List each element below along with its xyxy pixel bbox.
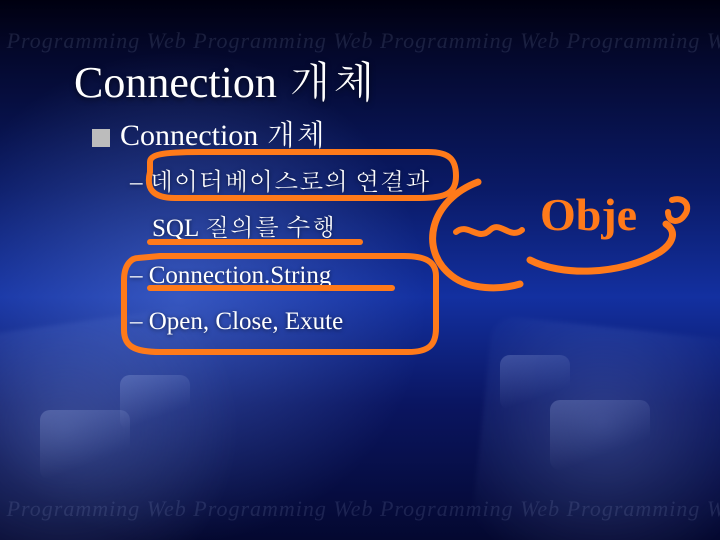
- annotation-text-obje: Obje: [540, 189, 637, 240]
- background-keycap: [40, 410, 130, 480]
- slide-title: Connection 개체: [74, 48, 376, 110]
- subtitle-text: Connection 개체: [120, 119, 326, 152]
- annotation-hook: [668, 199, 687, 221]
- annotation-squiggle: [456, 227, 522, 234]
- watermark-bottom: Web Programming Web Programming Web Prog…: [0, 496, 720, 522]
- slide: Web Programming Web Programming Web Prog…: [0, 0, 720, 540]
- background-keycap: [500, 355, 570, 410]
- body-line-3: – Open, Close, Exute: [130, 299, 430, 345]
- body-line-1b: SQL 질의를 수행: [130, 206, 430, 252]
- slide-body: – 데이터베이스로의 연결과 SQL 질의를 수행 – Connection.S…: [130, 160, 430, 345]
- bullet-square-icon: [92, 129, 110, 147]
- annotation-swoosh: [530, 224, 673, 271]
- background-keycap: [120, 375, 190, 430]
- body-line-2: – Connection.String: [130, 253, 430, 299]
- annotation-open-paren: [433, 182, 520, 288]
- body-line-1a: – 데이터베이스로의 연결과: [130, 160, 430, 206]
- background-keycap: [550, 400, 650, 470]
- slide-subtitle: Connection 개체: [92, 112, 326, 154]
